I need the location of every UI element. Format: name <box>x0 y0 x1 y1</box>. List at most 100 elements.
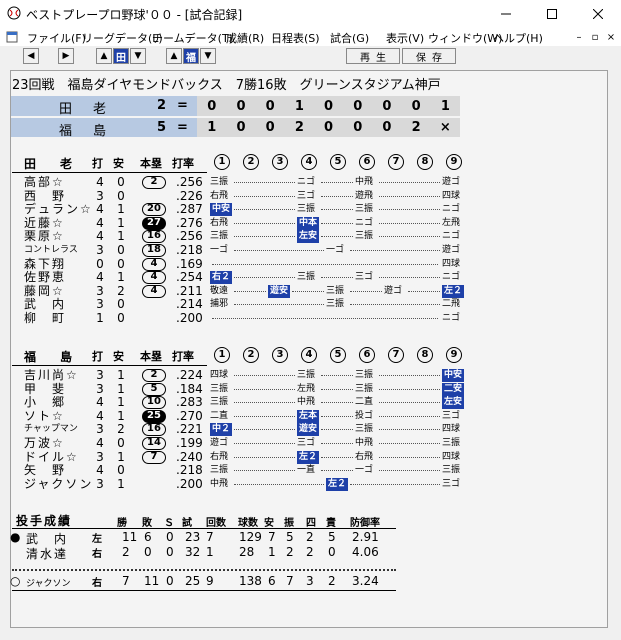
dotted-leader <box>234 470 295 472</box>
inning-cell: 1 <box>430 96 460 118</box>
next-game-button[interactable]: ▶ <box>58 48 74 64</box>
batter-row[interactable]: ジャクソン 3 1 .200 中飛 左２ 三ゴ <box>12 477 472 492</box>
out-result: 三振 <box>355 383 374 394</box>
out-result: 三ゴ <box>442 410 461 421</box>
out-result: 四球 <box>442 190 461 201</box>
mdi-minimize-button[interactable]: – <box>572 30 586 44</box>
arrow-right-icon: ▶ <box>62 51 70 61</box>
dotted-leader <box>234 304 324 306</box>
out-result: 左飛 <box>297 383 316 394</box>
dotted-leader <box>234 375 295 376</box>
home-runs: 2 <box>142 369 166 382</box>
out-result: 三ゴ <box>297 438 316 448</box>
arrow-up-icon: ▲ <box>100 51 108 61</box>
team2-down-button[interactable]: ▼ <box>200 48 216 64</box>
hit-result: 左２ <box>326 477 349 491</box>
menu-item-2[interactable]: チームデータ(T) <box>152 30 233 46</box>
prev-game-button[interactable]: ◀ <box>23 48 39 64</box>
team2-up-button[interactable]: ▲ <box>166 48 182 64</box>
col-header-hr: 本塁 <box>140 350 162 363</box>
minimize-button[interactable] <box>483 0 529 28</box>
batter-row[interactable]: 柳 町 1 0 .200 ニゴ <box>12 311 472 326</box>
batting-average: .200 <box>176 311 203 325</box>
hit-result: 遊安 <box>297 423 320 437</box>
pitcher-row[interactable]: 清水達右 2 0 0 32 1 28 1 2 2 0 4.06 <box>10 545 400 561</box>
out-result: 四球 <box>442 424 461 435</box>
menu-item-6[interactable]: 表示(V) <box>386 30 424 46</box>
total-runs: 5 <box>157 120 167 135</box>
out-result: 投ゴ <box>355 410 374 421</box>
dotted-leader <box>234 277 295 279</box>
pitching-dotted-separator <box>12 569 396 571</box>
pitcher-row[interactable]: ● 武 内左 11 6 0 23 7 129 7 5 2 5 2.91 <box>10 530 400 546</box>
out-result: 三振 <box>297 272 316 283</box>
mdi-restore-button[interactable]: ▫ <box>588 30 602 44</box>
pitcher-name: 清水達 <box>26 547 69 561</box>
pitching-stat: 0 <box>144 545 152 559</box>
batter-name: 柳 町 <box>24 311 67 325</box>
dotted-leader <box>321 375 353 376</box>
document-icon[interactable] <box>6 31 18 43</box>
dotted-leader <box>321 182 353 183</box>
hits: 1 <box>117 476 125 491</box>
pitching-header: 勝 <box>117 518 127 529</box>
menu-item-8[interactable]: ヘルプ(H) <box>493 30 543 46</box>
out-result: ニゴ <box>355 217 374 228</box>
team2-button[interactable]: 福 <box>183 48 199 64</box>
dotted-leader <box>379 456 440 458</box>
dotted-leader <box>321 443 353 444</box>
pitching-header: 振 <box>284 518 294 529</box>
menu-item-5[interactable]: 試合(G) <box>330 30 369 46</box>
hit-result: 中本 <box>297 216 320 230</box>
menu-item-3[interactable]: 成績(R) <box>226 30 264 46</box>
maximize-button[interactable] <box>529 0 575 28</box>
out-result: ニゴ <box>297 177 316 187</box>
dotted-leader <box>379 388 440 390</box>
dotted-leader <box>379 209 440 211</box>
pitching-stat: 6 <box>268 574 276 588</box>
out-result: 敬遠 <box>210 285 229 296</box>
inning-cell: 1 <box>284 96 314 118</box>
home-runs: 16 <box>142 230 166 244</box>
dotted-leader <box>234 429 295 431</box>
team1-button[interactable]: 田 <box>113 48 129 64</box>
home-runs: 4 <box>142 257 166 271</box>
inning-cell: 0 <box>313 96 344 118</box>
pitching-stat: 0 <box>166 545 174 559</box>
dotted-leader <box>321 195 353 197</box>
pitching-stat: 3 <box>306 574 314 588</box>
team1-down-button[interactable]: ▼ <box>130 48 146 64</box>
replay-button[interactable]: 再生 <box>346 48 400 64</box>
dotted-leader <box>234 250 324 251</box>
dotted-leader <box>379 182 440 183</box>
team1-up-button[interactable]: ▲ <box>96 48 112 64</box>
pitching-stats: 投手成績勝敗 Ｓ 試回数 球数安振四責防御率 ● 武 内左 11 6 0 23 7 129 7 5 2 5 2.… <box>10 512 410 592</box>
hit-result: 中安 <box>210 203 233 217</box>
out-result: 三振 <box>355 231 374 242</box>
out-result: ニゴ <box>442 204 461 215</box>
inning-cell: 0 <box>226 117 256 139</box>
col-header-avg: 打率 <box>172 157 194 170</box>
pitcher-row[interactable]: ○ ジャクソン右 7 11 0 25 9 138 6 7 3 2 3.24 <box>10 574 400 589</box>
mdi-close-button[interactable]: × <box>604 30 618 44</box>
inning-cell: 2 <box>284 117 314 139</box>
col-header-h: 安 <box>113 350 124 363</box>
arrow-left-icon: ◀ <box>27 51 35 61</box>
home-runs: 2 <box>142 176 166 189</box>
menu-item-1[interactable]: リーグデータ(L) <box>82 30 163 46</box>
hit-result: 左本 <box>297 409 320 423</box>
menu-item-7[interactable]: ウィンドウ(W) <box>428 30 502 46</box>
out-result: 二直 <box>210 410 229 421</box>
pitching-stat: 0 <box>328 545 336 559</box>
menu-item-0[interactable]: ファイル(F) <box>27 30 86 46</box>
dotted-leader <box>321 388 353 390</box>
home-runs: 10 <box>142 396 166 410</box>
dotted-leader <box>379 443 440 444</box>
pitching-stat: 6 <box>144 530 152 544</box>
close-button[interactable] <box>575 0 621 28</box>
save-button[interactable]: 保存 <box>402 48 456 64</box>
menu-item-4[interactable]: 日程表(S) <box>271 30 320 46</box>
dotted-leader <box>321 402 353 404</box>
dotted-leader <box>379 429 440 431</box>
out-result: 一直 <box>297 465 316 476</box>
